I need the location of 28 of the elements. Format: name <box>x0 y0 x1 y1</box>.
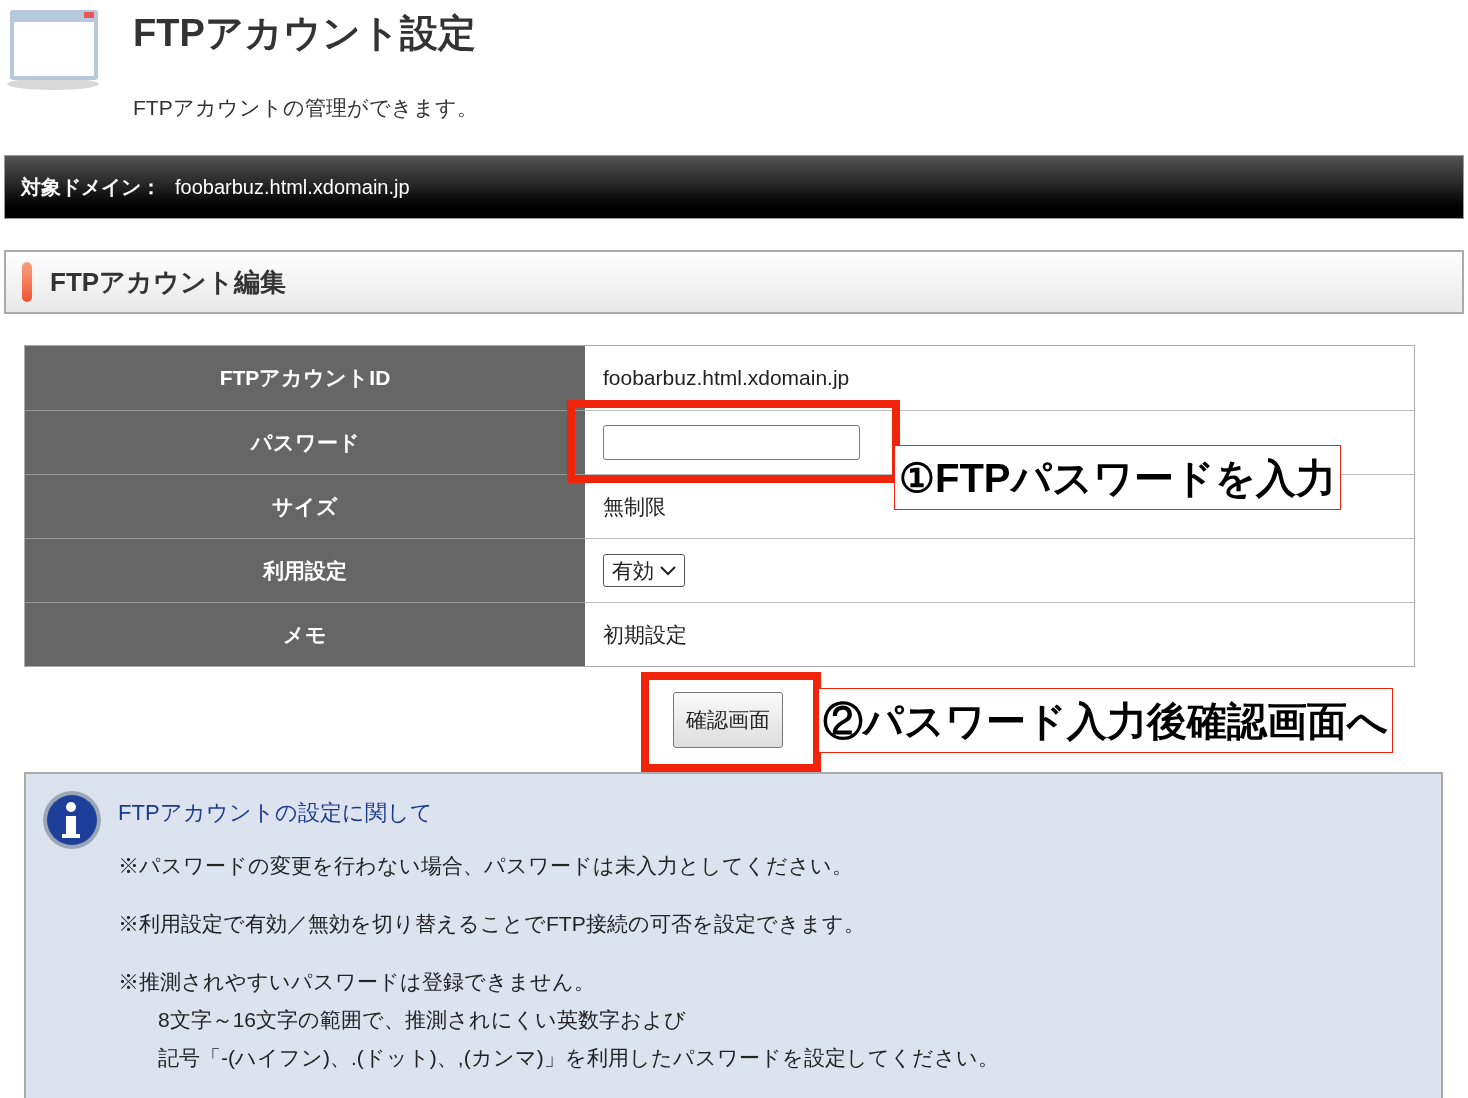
accent-bar <box>22 262 32 302</box>
info-title: FTPアカウントの設定に関して <box>118 799 434 827</box>
field-label: パスワード <box>25 410 585 474</box>
domain-name: foobarbuz.html.xdomain.jp <box>175 175 410 200</box>
callout-label: ①FTPパスワードを入力 <box>894 445 1341 510</box>
password-field[interactable] <box>603 425 860 460</box>
note-text: ※推測されやすいパスワードは登録できません。 <box>118 969 596 995</box>
caret-icon <box>660 565 676 576</box>
window-icon <box>6 8 100 90</box>
note-text: ※利用設定で有効／無効を切り替えることでFTP接続の可否を設定できます。 <box>118 911 866 937</box>
domain-label: 対象ドメイン： <box>21 175 161 200</box>
note-text: ※パスワードの変更を行わない場合、パスワードは未入力としてください。 <box>118 853 854 879</box>
field-value: foobarbuz.html.xdomain.jp <box>603 365 850 392</box>
note-text: 8文字～16文字の範囲で、推測されにくい英数字および <box>157 1007 688 1033</box>
page-title: FTPアカウント設定 <box>133 11 477 56</box>
info-icon <box>42 790 102 850</box>
field-label: 利用設定 <box>25 538 585 602</box>
status-dropdown[interactable]: 有効 <box>603 554 685 587</box>
section-title: FTPアカウント編集 <box>50 265 287 299</box>
confirm-button[interactable]: 確認画面 <box>673 691 783 748</box>
field-value: 初期設定 <box>603 621 687 648</box>
page-description: FTPアカウントの管理ができます。 <box>133 95 478 121</box>
callout-label: ②パスワード入力後確認画面へ <box>818 688 1393 753</box>
field-value: 無制限 <box>603 493 666 520</box>
note-text: 記号「-(ハイフン)、.(ドット)、,(カンマ)」を利用したパスワードを設定してください。 <box>157 1045 999 1071</box>
field-label: FTPアカウントID <box>25 346 585 410</box>
field-label: メモ <box>25 602 585 666</box>
field-label: サイズ <box>25 474 585 538</box>
